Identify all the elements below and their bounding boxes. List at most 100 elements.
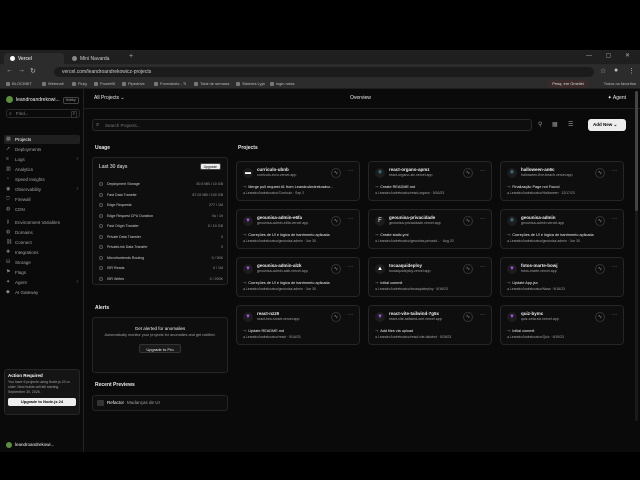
project-card[interactable]: ⚛ geounisa-admin geounisa-admin.vercel.app…: [500, 209, 624, 249]
repo-info[interactable]: ● LeandroAndrekowicz/geounisa-admin · Ju…: [243, 287, 316, 291]
sidebar-item-logs[interactable]: ≡ Logs ›: [4, 155, 80, 164]
user-menu[interactable]: leandroandrekowi...: [6, 442, 82, 448]
activity-icon[interactable]: ∿: [595, 216, 605, 226]
sidebar-item-integrations[interactable]: ✚ Integrations: [4, 248, 80, 257]
repo-info[interactable]: ● LeandroAndrekowicz/Curriculo · Sep 2: [243, 191, 304, 195]
more-options-icon[interactable]: ⋯: [612, 216, 617, 222]
sidebar-item-projects[interactable]: ▦ Projects: [4, 135, 80, 144]
activity-icon[interactable]: ∿: [331, 264, 341, 274]
usage-row[interactable]: PrivateLink Data Transfer 0: [99, 243, 223, 251]
usage-row[interactable]: Edge Request CPU Duration 0s / 1h: [99, 212, 223, 220]
repo-info[interactable]: ● LeandroAndrekowicz/geounisa-admin · Ju…: [243, 239, 316, 243]
sidebar-item-flags[interactable]: ⚑ Flags: [4, 268, 80, 277]
add-new-button[interactable]: Add New ⌄: [588, 119, 626, 131]
more-options-icon[interactable]: ⋯: [612, 264, 617, 270]
more-options-icon[interactable]: ⋯: [348, 264, 353, 270]
activity-icon[interactable]: ∿: [331, 216, 341, 226]
project-name[interactable]: react-vite-tailwind-7g5x: [389, 311, 439, 316]
project-name[interactable]: geounisa-admin-alzk: [257, 263, 302, 268]
project-name[interactable]: quiz-bymc: [521, 311, 543, 316]
usage-row[interactable]: Edge Requests 277 / 1M: [99, 201, 223, 209]
project-name[interactable]: geounisa-privacidade: [389, 215, 435, 220]
activity-icon[interactable]: ∿: [463, 216, 473, 226]
project-name[interactable]: react-nzz9: [257, 311, 279, 316]
project-name[interactable]: halloween-an6c: [521, 167, 555, 172]
usage-row[interactable]: Fast Origin Transfer 0 / 10 GB: [99, 222, 223, 230]
project-name[interactable]: geounisa-admin-e6fa: [257, 215, 302, 220]
more-options-icon[interactable]: ⋯: [480, 264, 485, 270]
project-name[interactable]: geounisa-admin: [521, 215, 556, 220]
project-domain-link[interactable]: tocaaquideploy.vercel.app: [389, 269, 431, 273]
sidebar-item-speed-insights[interactable]: ◔ Speed Insights: [4, 175, 80, 184]
activity-icon[interactable]: ∿: [331, 168, 341, 178]
sidebar-item-deployments[interactable]: ➚ Deployments: [4, 145, 80, 154]
more-options-icon[interactable]: ⋯: [480, 216, 485, 222]
more-options-icon[interactable]: ⋯: [348, 312, 353, 318]
new-tab-plus-icon[interactable]: +: [129, 53, 133, 60]
project-card[interactable]: ▼ react-vite-tailwind-7g5x react-vite-tail…: [368, 305, 492, 345]
repo-info[interactable]: ● LeandroAndrekowicz/geounisa-admin · Ju…: [507, 239, 580, 243]
project-domain-link[interactable]: react-vite-tailwind-one.vercel.app: [389, 317, 442, 321]
project-card[interactable]: ▼ geounisa-admin-alzk geounisa-admin-alzk.…: [236, 257, 360, 297]
bookmark-item[interactable]: Formatório - TI: [154, 80, 186, 88]
bookmark-item[interactable]: Webmail: [42, 80, 64, 88]
repo-info[interactable]: ● LeandroAndrekowicz/react-organo · 5/16…: [375, 191, 444, 195]
project-domain-link[interactable]: halloween-five-beach.vercel.app: [521, 173, 573, 177]
window-controls[interactable]: — ▢ ✕: [586, 52, 636, 59]
bookmark-item[interactable]: Sistema Lyja: [236, 80, 265, 88]
back-arrow-icon[interactable]: ←: [6, 67, 13, 74]
bookmark-item[interactable]: PowerBI: [94, 80, 115, 88]
project-name[interactable]: tocaaquideploy: [389, 263, 422, 268]
project-name[interactable]: react-organo-apmz: [389, 167, 430, 172]
project-domain-link[interactable]: curriculo-ecru.vercel.app: [257, 173, 296, 177]
usage-row[interactable]: ISR Reads 0 / 1M: [99, 264, 223, 272]
bookmark-item[interactable]: BLOCKBIT: [6, 80, 32, 88]
sidebar-item-agent[interactable]: ✦ Agent ›: [4, 278, 80, 287]
profile-icon[interactable]: ●: [614, 67, 618, 74]
project-card[interactable]: ▼ quiz-bymc quiz-zeta-six.vercel.app ∿ ⋯ ⊸ Ini…: [500, 305, 624, 345]
sidebar-item-connect[interactable]: ⛓ Connect: [4, 238, 80, 247]
bookmark-item[interactable]: Total de semana: [194, 80, 229, 88]
more-options-icon[interactable]: ⋯: [480, 312, 485, 318]
project-scope-selector[interactable]: All Projects ⌄: [94, 95, 125, 101]
all-bookmarks-folder[interactable]: Todos os favoritos: [604, 80, 636, 88]
more-options-icon[interactable]: ⋯: [348, 216, 353, 222]
grid-view-icon[interactable]: ▦: [552, 119, 558, 131]
more-options-icon[interactable]: ⋯: [612, 312, 617, 318]
usage-row[interactable]: Deployment Storage 50.5 MB / 10 GB: [99, 180, 223, 188]
sidebar-item-cdn[interactable]: ◍ CDN: [4, 205, 80, 214]
reload-icon[interactable]: ↻: [30, 67, 36, 75]
project-card[interactable]: ⚛ react-organo-apmz react-organo-six.verce…: [368, 161, 492, 201]
find-input[interactable]: ⌕ Find... F: [6, 109, 80, 118]
project-card[interactable]: ▼ fotos-marte-bowj fotos-marte.vercel.app ∿…: [500, 257, 624, 297]
activity-icon[interactable]: ∿: [463, 312, 473, 322]
activity-icon[interactable]: ∿: [595, 168, 605, 178]
bookmark-item[interactable]: Fluig: [72, 80, 87, 88]
browser-tab-secondary[interactable]: Mini Navarda: [66, 53, 126, 65]
search-projects-input[interactable]: ⌕ Search Projects...: [92, 119, 532, 131]
sidebar-item-environment-variables[interactable]: ⚷ Environment Variables: [4, 218, 80, 227]
upgrade-button[interactable]: Upgrade: [199, 163, 221, 170]
project-domain-link[interactable]: react-organo-six.vercel.app: [389, 173, 433, 177]
project-name[interactable]: fotos-marte-bowj: [521, 263, 558, 268]
sidebar-item-analytics[interactable]: ▥ Analytics: [4, 165, 80, 174]
upgrade-to-pro-button[interactable]: Upgrade to Pro: [139, 344, 181, 353]
usage-row[interactable]: Microfrontends Routing 0 / 50K: [99, 254, 223, 262]
sidebar-item-ai-gateway[interactable]: ◆ AI Gateway: [4, 288, 80, 297]
more-options-icon[interactable]: ⋯: [612, 168, 617, 174]
menu-kebab-icon[interactable]: ⋮: [628, 67, 635, 75]
repo-info[interactable]: ● LeandroAndrekowicz/react · 5/16/23: [243, 335, 300, 339]
project-card[interactable]: ▲ tocaaquideploy tocaaquideploy.vercel.app…: [368, 257, 492, 297]
browser-tab-vercel[interactable]: Vercel: [4, 53, 64, 65]
list-view-icon[interactable]: ☰: [568, 119, 573, 131]
bookmark-star-icon[interactable]: ☆: [600, 67, 606, 75]
bookmark-item[interactable]: Pipedrive: [122, 80, 145, 88]
repo-info[interactable]: ● LeandroAndrekowicz/tocaaquideploy · 5/…: [375, 287, 448, 291]
forward-arrow-icon[interactable]: →: [18, 67, 25, 74]
project-domain-link[interactable]: geounisa-admin-e6fa.vercel.app: [257, 221, 308, 225]
bookmark-item[interactable]: login rotas: [270, 80, 294, 88]
usage-row[interactable]: ISR Writes 0 / 200K: [99, 275, 223, 283]
project-domain-link[interactable]: react-two-smart.vercel.app: [257, 317, 300, 321]
project-card[interactable]: ▬ curriculo-ubnb curriculo-ecru.vercel.app…: [236, 161, 360, 201]
repo-info[interactable]: ● LeandroAndrekowicz/react-vite-tailwind…: [375, 335, 451, 339]
